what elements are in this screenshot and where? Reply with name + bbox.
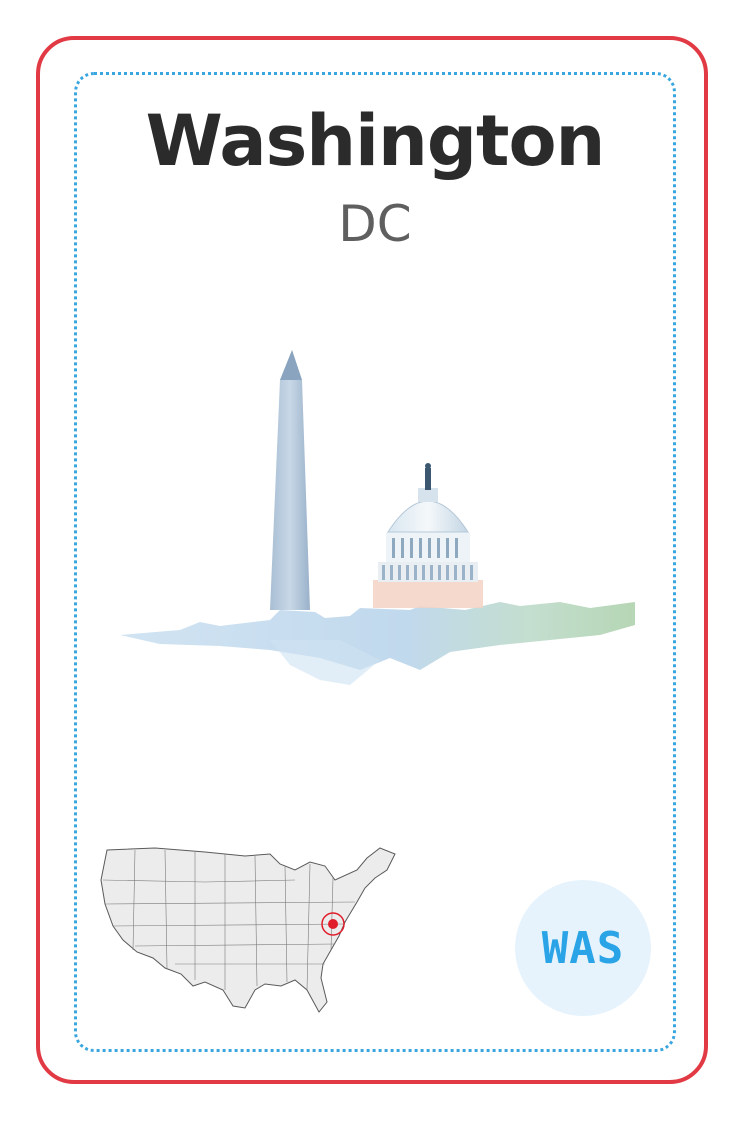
airport-code-badge: WAS: [515, 880, 651, 1016]
location-marker-dot: [328, 919, 338, 929]
washington-skyline-illustration: [120, 350, 635, 685]
region-subtitle: DC: [338, 195, 412, 253]
washington-monument-icon: [270, 350, 310, 610]
usa-outline: [100, 847, 396, 1013]
airport-code-text: WAS: [541, 922, 625, 974]
usa-map: [100, 847, 396, 1013]
city-title: Washington: [145, 100, 606, 182]
capitol-building-icon: [373, 463, 483, 608]
